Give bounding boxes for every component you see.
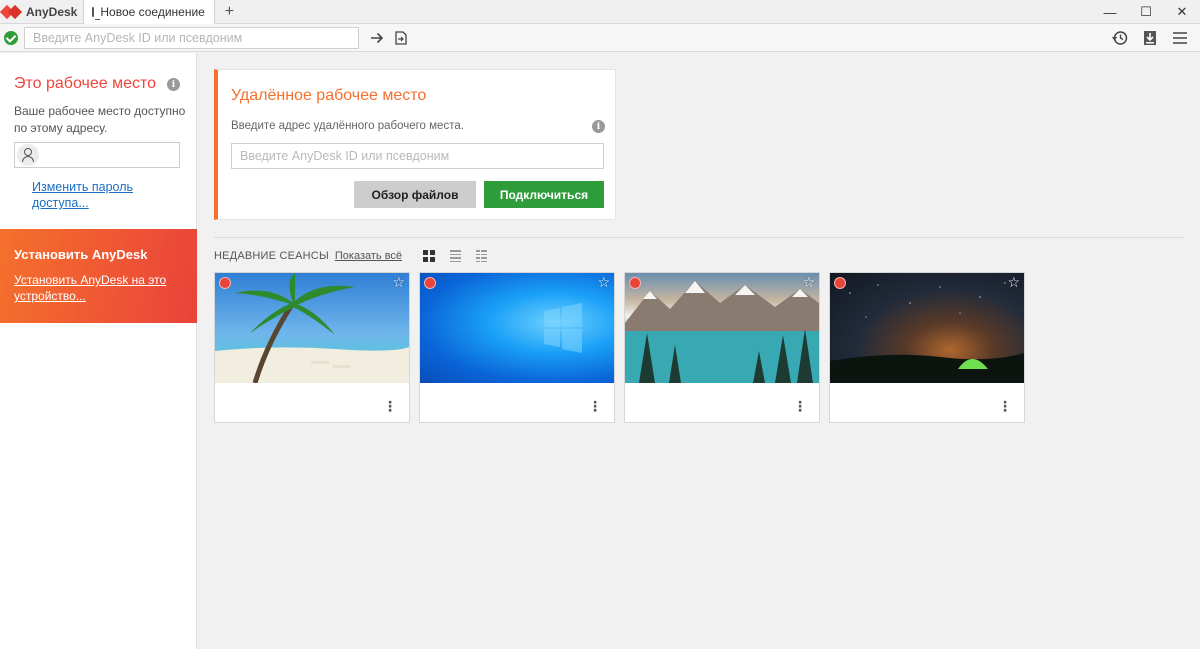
browse-files-button[interactable]: Обзор файлов (354, 181, 476, 208)
favorite-star-icon[interactable]: ☆ (1007, 274, 1020, 291)
minimize-button[interactable]: — (1092, 0, 1128, 24)
divider (214, 237, 1184, 238)
main-area: Удалённое рабочее место Введите адрес уд… (198, 53, 1200, 649)
file-transfer-icon[interactable] (389, 26, 413, 50)
maximize-button[interactable]: ☐ (1128, 0, 1164, 24)
session-thumbnail[interactable]: ☆ (625, 273, 819, 383)
close-button[interactable]: ✕ (1164, 0, 1200, 24)
session-card[interactable]: ☆ ⋮ (829, 272, 1025, 423)
connect-arrow-icon[interactable] (365, 26, 389, 50)
workspace-description: Ваше рабочее место доступно по этому адр… (14, 104, 186, 135)
new-tab-button[interactable]: + (215, 0, 243, 23)
toolbar-right (1108, 26, 1200, 50)
favorite-star-icon[interactable]: ☆ (597, 274, 610, 291)
favorite-star-icon[interactable]: ☆ (802, 274, 815, 291)
session-thumbnail[interactable]: ☆ (830, 273, 1024, 383)
remote-workspace-card: Удалённое рабочее место Введите адрес уд… (214, 69, 616, 220)
session-card[interactable]: ☆ ⋮ (419, 272, 615, 423)
more-options-icon[interactable]: ⋮ (793, 399, 807, 413)
tab-label: Новое соединение (100, 5, 205, 19)
recent-sessions-title: НЕДАВНИЕ СЕАНСЫ (214, 250, 329, 262)
offline-status-icon (834, 277, 846, 289)
monitor-icon (92, 7, 101, 20)
tab-new-connection[interactable]: Новое соединение (83, 0, 216, 24)
details-view-icon[interactable] (474, 249, 488, 263)
connect-button[interactable]: Подключиться (484, 181, 604, 208)
left-panel: Это рабочее место i Ваше рабочее место д… (0, 53, 197, 649)
app-brand: AnyDesk (0, 0, 83, 23)
more-options-icon[interactable]: ⋮ (383, 399, 397, 413)
app-name: AnyDesk (26, 4, 78, 19)
session-card[interactable]: ☆ ⋮ (624, 272, 820, 423)
info-icon[interactable]: i (167, 78, 180, 91)
show-all-link[interactable]: Показать всё (335, 250, 402, 262)
workspace-title: Это рабочее место (14, 75, 157, 92)
install-title: Установить AnyDesk (14, 247, 148, 262)
install-panel: Установить AnyDesk Установить AnyDesk на… (0, 229, 197, 323)
recent-sessions-grid: ☆ ⋮ ☆ ⋮ ☆ ⋮ ☆ ⋮ (214, 272, 1025, 423)
install-link[interactable]: Установить AnyDesk на это устройство... (14, 273, 166, 303)
address-toolbar (0, 24, 1200, 52)
grid-view-icon[interactable] (422, 249, 436, 263)
window-controls: — ☐ ✕ (1092, 0, 1200, 23)
anydesk-logo-icon (0, 4, 23, 19)
connection-status-icon (4, 30, 18, 45)
address-input[interactable] (24, 26, 359, 49)
workspace-address-field[interactable] (14, 142, 180, 168)
remote-address-input[interactable] (231, 143, 604, 169)
info-icon[interactable]: i (592, 120, 605, 133)
more-options-icon[interactable]: ⋮ (588, 399, 602, 413)
favorite-star-icon[interactable]: ☆ (392, 274, 405, 291)
offline-status-icon (629, 277, 641, 289)
list-view-icon[interactable] (448, 249, 462, 263)
change-password-link[interactable]: Изменить пароль доступа... (32, 179, 172, 211)
more-options-icon[interactable]: ⋮ (998, 399, 1012, 413)
download-icon[interactable] (1138, 26, 1162, 50)
session-thumbnail[interactable]: ☆ (215, 273, 409, 383)
menu-icon[interactable] (1168, 26, 1192, 50)
session-card[interactable]: ☆ ⋮ (214, 272, 410, 423)
session-thumbnail[interactable]: ☆ (420, 273, 614, 383)
user-icon (17, 144, 39, 166)
remote-title: Удалённое рабочее место (231, 87, 427, 104)
remote-description: Введите адрес удалённого рабочего места. (231, 120, 464, 132)
recent-sessions-header: НЕДАВНИЕ СЕАНСЫ Показать всё (214, 248, 488, 264)
history-icon[interactable] (1108, 26, 1132, 50)
title-bar: AnyDesk Новое соединение + — ☐ ✕ (0, 0, 1200, 24)
offline-status-icon (219, 277, 231, 289)
offline-status-icon (424, 277, 436, 289)
